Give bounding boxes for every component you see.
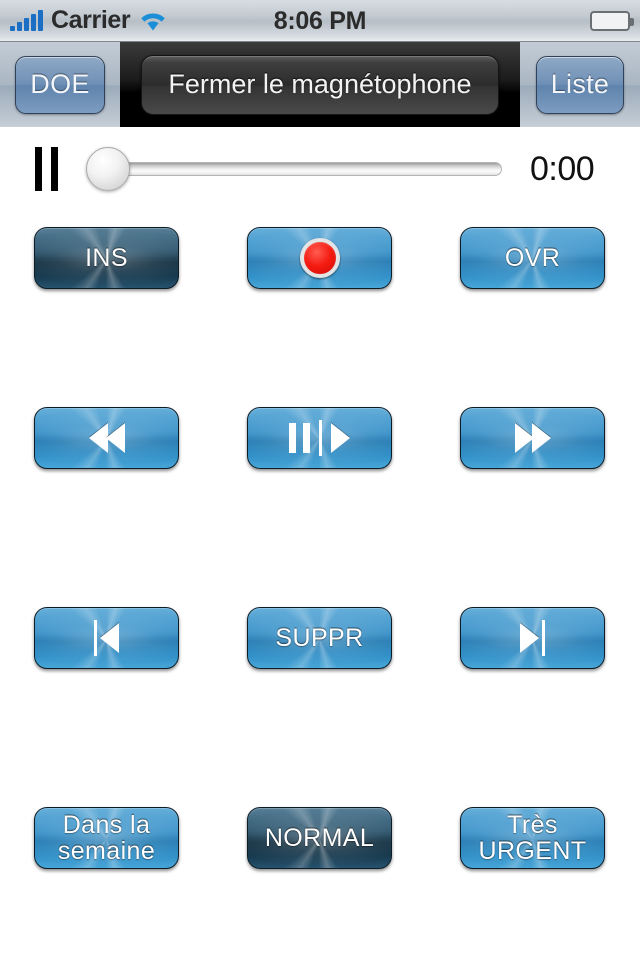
ovr-button[interactable]: OVR [460, 227, 605, 289]
elapsed-time-label: 0:00 [530, 149, 595, 188]
suppr-button-label: SUPPR [275, 623, 364, 652]
priority-week-label: Dans la semaine [57, 810, 156, 865]
transport-scrubber: 0:00 [0, 127, 640, 211]
grid-cell: NORMAL [213, 807, 426, 869]
nav-right-panel: Liste [520, 42, 640, 127]
skip-to-start-button[interactable] [34, 607, 179, 669]
fast-forward-icon [514, 423, 551, 453]
status-bar-right [590, 10, 634, 31]
priority-very-urgent-label: Très URGENT [478, 810, 587, 865]
grid-cell [0, 407, 213, 469]
doe-button[interactable]: DOE [15, 55, 105, 114]
control-row-1: INS OVR [0, 227, 640, 289]
control-row-4: Dans la semaine NORMAL Très URGENT [0, 807, 640, 869]
pause-play-button[interactable] [247, 407, 392, 469]
grid-cell [213, 407, 426, 469]
playback-slider-thumb[interactable] [86, 147, 130, 191]
app-root: Carrier 8:06 PM DOE Fermer le magnétopho… [0, 0, 640, 960]
clock-label: 8:06 PM [273, 6, 367, 35]
grid-cell [213, 227, 426, 289]
grid-cell: SUPPR [213, 607, 426, 669]
skip-end-icon [520, 620, 545, 656]
skip-to-end-button[interactable] [460, 607, 605, 669]
wifi-icon [138, 10, 168, 32]
grid-cell: Très URGENT [426, 807, 639, 869]
carrier-label: Carrier [51, 6, 131, 34]
rewind-icon [88, 423, 125, 453]
priority-week-button[interactable]: Dans la semaine [34, 807, 179, 869]
grid-cell: OVR [426, 227, 639, 289]
grid-cell: INS [0, 227, 213, 289]
ins-button[interactable]: INS [34, 227, 179, 289]
grid-cell [0, 607, 213, 669]
control-row-2 [0, 407, 640, 469]
pause-play-icon [289, 420, 350, 456]
record-button[interactable] [247, 227, 392, 289]
nav-center-panel: Fermer le magnétophone [120, 54, 520, 115]
priority-normal-label: NORMAL [264, 823, 375, 852]
ins-button-label: INS [85, 243, 128, 272]
fast-forward-button[interactable] [460, 407, 605, 469]
pause-icon [24, 147, 68, 191]
grid-cell [426, 407, 639, 469]
doe-button-label: DOE [30, 69, 90, 99]
battery-full-icon [590, 10, 634, 31]
nav-left-panel: DOE [0, 42, 120, 127]
close-recorder-label: Fermer le magnétophone [168, 69, 472, 99]
suppr-button[interactable]: SUPPR [247, 607, 392, 669]
rewind-button[interactable] [34, 407, 179, 469]
signal-bars-icon [10, 9, 43, 31]
playback-slider-track[interactable] [96, 162, 502, 176]
status-bar: Carrier 8:06 PM [0, 0, 640, 42]
grid-cell [426, 607, 639, 669]
priority-normal-button[interactable]: NORMAL [247, 807, 392, 869]
close-recorder-button[interactable]: Fermer le magnétophone [141, 54, 499, 115]
playback-slider[interactable] [76, 147, 516, 191]
control-row-3: SUPPR [0, 607, 640, 669]
ovr-button-label: OVR [504, 243, 561, 272]
grid-cell: Dans la semaine [0, 807, 213, 869]
liste-button[interactable]: Liste [535, 55, 625, 114]
record-icon [299, 238, 340, 278]
skip-start-icon [94, 620, 119, 656]
control-grid: INS OVR SUPPR Dans la semaine NORMAL Trè… [0, 211, 640, 911]
status-bar-left: Carrier [10, 6, 168, 35]
priority-very-urgent-button[interactable]: Très URGENT [460, 807, 605, 869]
nav-bar: DOE Fermer le magnétophone Liste [0, 42, 640, 127]
liste-button-label: Liste [550, 69, 610, 99]
